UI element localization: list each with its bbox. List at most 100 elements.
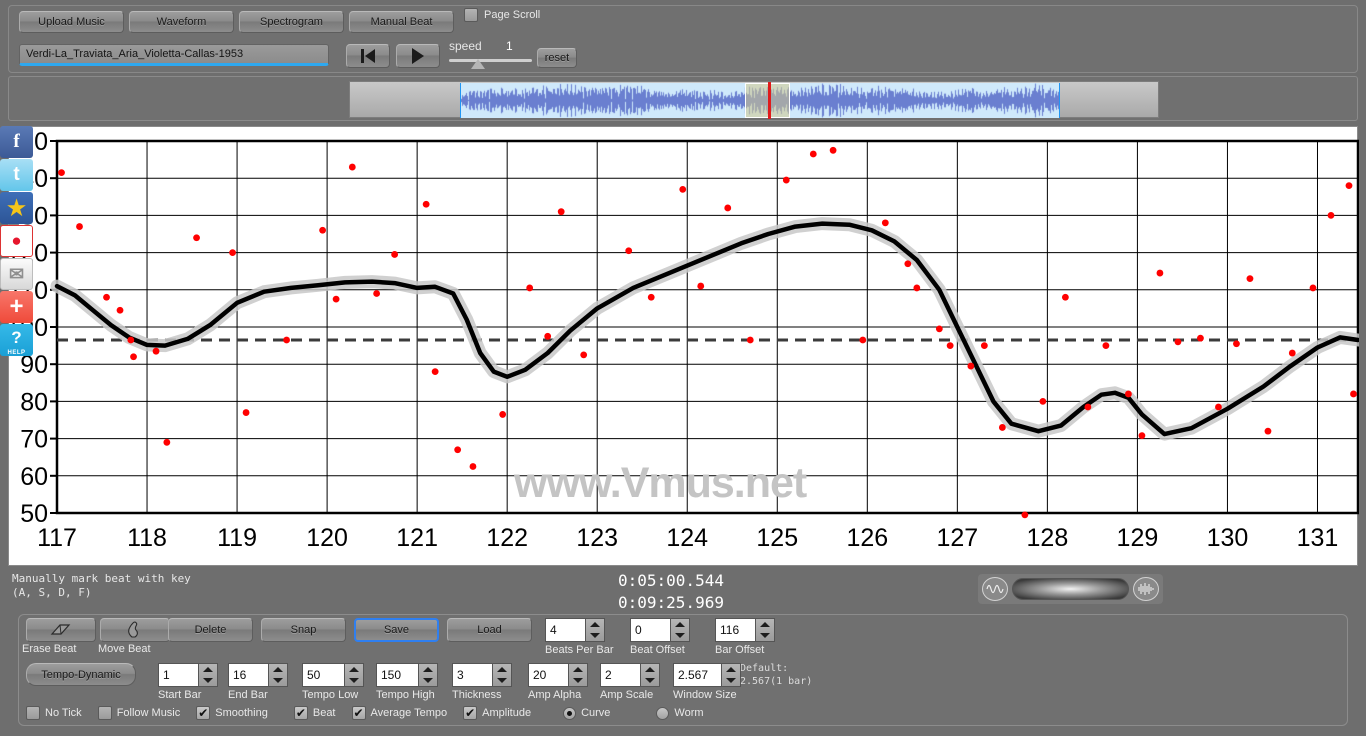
beat-offset-increment-icon[interactable] bbox=[675, 622, 685, 627]
amp-alpha-stepper[interactable] bbox=[568, 663, 588, 687]
tempo-high-stepper[interactable] bbox=[418, 663, 438, 687]
tempo-low-spinner[interactable]: 50 bbox=[302, 663, 364, 687]
no-tick-checkbox[interactable] bbox=[26, 706, 40, 720]
tempo-high-increment-icon[interactable] bbox=[423, 667, 433, 672]
move-beat-button[interactable] bbox=[100, 618, 170, 642]
reset-button[interactable]: reset bbox=[537, 48, 577, 68]
start-bar-stepper[interactable] bbox=[198, 663, 218, 687]
bar-offset-decrement-icon[interactable] bbox=[760, 633, 770, 638]
worm-radio[interactable] bbox=[656, 707, 669, 720]
beats-per-bar-input[interactable]: 4 bbox=[545, 618, 585, 642]
end-bar-stepper[interactable] bbox=[268, 663, 288, 687]
radio-worm[interactable]: Worm bbox=[656, 707, 703, 720]
amp-scale-spinner[interactable]: 2 bbox=[600, 663, 660, 687]
end-bar-input[interactable]: 16 bbox=[228, 663, 268, 687]
thickness-stepper[interactable] bbox=[492, 663, 512, 687]
tempo-low-stepper[interactable] bbox=[344, 663, 364, 687]
beat-offset-spinner[interactable]: 0 bbox=[630, 618, 690, 642]
bar-offset-increment-icon[interactable] bbox=[760, 622, 770, 627]
tempo-low-input[interactable]: 50 bbox=[302, 663, 344, 687]
option-amplitude[interactable]: ✔ Amplitude bbox=[463, 706, 531, 720]
beat-offset-stepper[interactable] bbox=[670, 618, 690, 642]
start-bar-input[interactable]: 1 bbox=[158, 663, 198, 687]
start-bar-increment-icon[interactable] bbox=[203, 667, 213, 672]
follow-music-checkbox[interactable] bbox=[98, 706, 112, 720]
play-button[interactable] bbox=[396, 44, 440, 68]
beat-offset-decrement-icon[interactable] bbox=[675, 633, 685, 638]
twitter-icon[interactable]: t bbox=[0, 159, 33, 191]
option-no-tick[interactable]: No Tick bbox=[26, 706, 82, 720]
amp-alpha-decrement-icon[interactable] bbox=[573, 678, 583, 683]
bar-offset-input[interactable]: 116 bbox=[715, 618, 755, 642]
weibo-icon[interactable]: ● bbox=[0, 225, 33, 257]
average-tempo-checkbox[interactable]: ✔ bbox=[352, 706, 366, 720]
thickness-increment-icon[interactable] bbox=[497, 667, 507, 672]
beat-checkbox[interactable]: ✔ bbox=[294, 706, 308, 720]
waveform-smooth-icon[interactable] bbox=[982, 577, 1008, 601]
manual-beat-button[interactable]: Manual Beat bbox=[349, 11, 454, 33]
start-bar-decrement-icon[interactable] bbox=[203, 678, 213, 683]
amp-scale-stepper[interactable] bbox=[640, 663, 660, 687]
option-smoothing[interactable]: ✔ Smoothing bbox=[196, 706, 268, 720]
facebook-icon[interactable]: f bbox=[0, 126, 33, 158]
window-size-increment-icon[interactable] bbox=[726, 667, 736, 672]
thickness-input[interactable]: 3 bbox=[452, 663, 492, 687]
load-button[interactable]: Load bbox=[447, 618, 532, 642]
waveform-playhead[interactable] bbox=[768, 82, 771, 119]
curve-radio[interactable] bbox=[563, 707, 576, 720]
speed-slider-knob[interactable] bbox=[471, 59, 485, 69]
qzone-icon[interactable]: ★ bbox=[0, 192, 33, 224]
volume-control-widget[interactable] bbox=[978, 574, 1163, 604]
tempo-low-increment-icon[interactable] bbox=[349, 667, 359, 672]
tempo-mode-dropdown[interactable]: Tempo-Dynamic bbox=[26, 663, 136, 686]
waveform-dense-icon[interactable] bbox=[1133, 577, 1159, 601]
page-scroll-checkbox-group[interactable]: Page Scroll bbox=[464, 8, 540, 22]
help-icon[interactable]: ? HELP bbox=[0, 324, 33, 356]
window-size-stepper[interactable] bbox=[721, 663, 741, 687]
beats-per-bar-increment-icon[interactable] bbox=[590, 622, 600, 627]
thickness-spinner[interactable]: 3 bbox=[452, 663, 512, 687]
option-beat[interactable]: ✔ Beat bbox=[294, 706, 336, 720]
beats-per-bar-stepper[interactable] bbox=[585, 618, 605, 642]
option-follow-music[interactable]: Follow Music bbox=[98, 706, 181, 720]
beats-per-bar-spinner[interactable]: 4 bbox=[545, 618, 605, 642]
volume-slider[interactable] bbox=[1012, 578, 1129, 600]
amp-alpha-input[interactable]: 20 bbox=[528, 663, 568, 687]
start-bar-spinner[interactable]: 1 bbox=[158, 663, 218, 687]
amp-scale-input[interactable]: 2 bbox=[600, 663, 640, 687]
filename-input[interactable]: Verdi-La_Traviata_Aria_Violetta-Callas-1… bbox=[19, 44, 329, 66]
delete-button[interactable]: Delete bbox=[168, 618, 253, 642]
waveform-overview-strip[interactable] bbox=[349, 81, 1159, 118]
speed-slider-track[interactable] bbox=[449, 59, 532, 62]
save-button[interactable]: Save bbox=[354, 618, 439, 642]
beats-per-bar-decrement-icon[interactable] bbox=[590, 633, 600, 638]
end-bar-decrement-icon[interactable] bbox=[273, 678, 283, 683]
tempo-chart-panel[interactable]: 5060708090100110120130140150117118119120… bbox=[8, 126, 1358, 566]
end-bar-increment-icon[interactable] bbox=[273, 667, 283, 672]
amp-alpha-increment-icon[interactable] bbox=[573, 667, 583, 672]
tempo-high-spinner[interactable]: 150 bbox=[376, 663, 438, 687]
erase-beat-button[interactable] bbox=[26, 618, 96, 642]
upload-music-button[interactable]: Upload Music bbox=[19, 11, 124, 33]
spectrogram-button[interactable]: Spectrogram bbox=[239, 11, 344, 33]
waveform-button[interactable]: Waveform bbox=[129, 11, 234, 33]
tempo-high-decrement-icon[interactable] bbox=[423, 678, 433, 683]
thickness-decrement-icon[interactable] bbox=[497, 678, 507, 683]
tempo-high-input[interactable]: 150 bbox=[376, 663, 418, 687]
amp-scale-increment-icon[interactable] bbox=[645, 667, 655, 672]
bar-offset-spinner[interactable]: 116 bbox=[715, 618, 775, 642]
window-size-spinner[interactable]: 2.567 bbox=[673, 663, 741, 687]
page-scroll-checkbox[interactable] bbox=[464, 8, 478, 22]
email-icon[interactable]: ✉ bbox=[0, 258, 33, 290]
amp-scale-decrement-icon[interactable] bbox=[645, 678, 655, 683]
bar-offset-stepper[interactable] bbox=[755, 618, 775, 642]
amplitude-checkbox[interactable]: ✔ bbox=[463, 706, 477, 720]
tempo-low-decrement-icon[interactable] bbox=[349, 678, 359, 683]
option-average-tempo[interactable]: ✔ Average Tempo bbox=[352, 706, 448, 720]
window-size-decrement-icon[interactable] bbox=[726, 678, 736, 683]
radio-curve[interactable]: Curve bbox=[563, 707, 610, 720]
rewind-button[interactable] bbox=[346, 44, 390, 68]
amp-alpha-spinner[interactable]: 20 bbox=[528, 663, 588, 687]
smoothing-checkbox[interactable]: ✔ bbox=[196, 706, 210, 720]
snap-button[interactable]: Snap bbox=[261, 618, 346, 642]
